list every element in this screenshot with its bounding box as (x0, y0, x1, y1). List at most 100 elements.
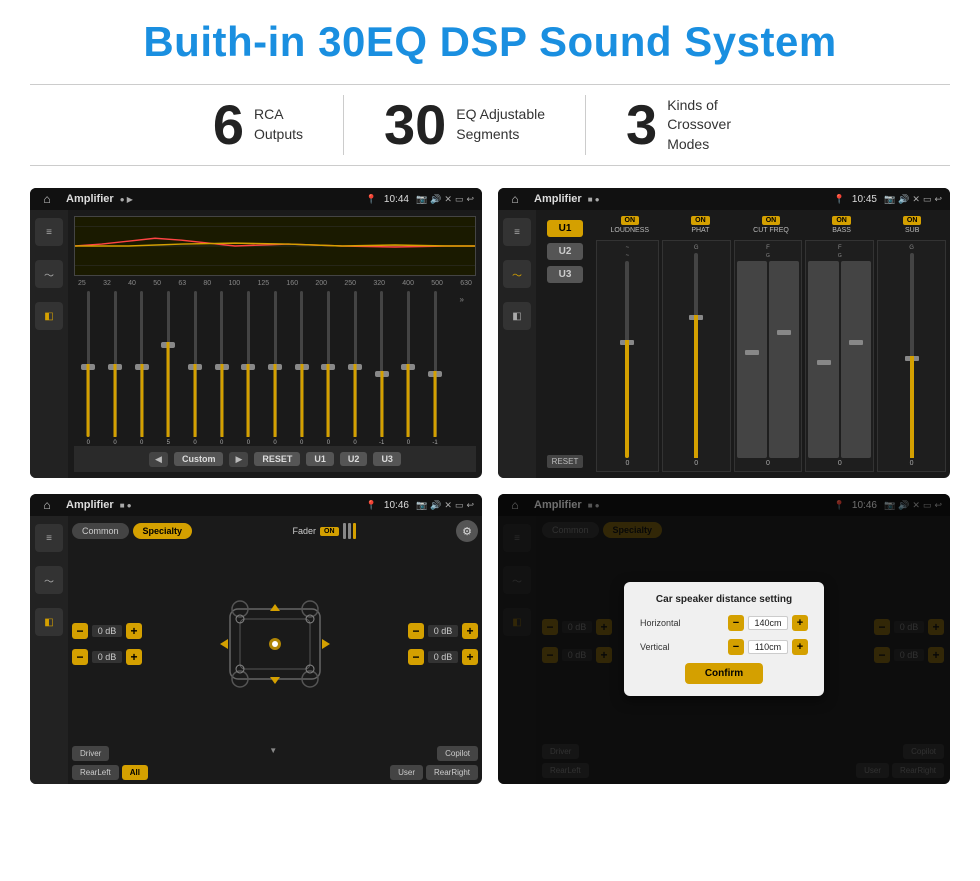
speaker-side-btn-3[interactable]: ◧ (35, 608, 63, 636)
vertical-row: Vertical − 110cm + (640, 639, 808, 655)
copilot-btn[interactable]: Copilot (437, 746, 478, 761)
eq-slider-2[interactable]: 0 (103, 291, 128, 446)
vertical-minus[interactable]: − (728, 639, 744, 655)
eq-slider-4[interactable]: 5 (156, 291, 181, 446)
car-diagram (210, 589, 340, 699)
on-badge-cutfreq: ON (762, 216, 781, 225)
reset-btn-1[interactable]: RESET (254, 452, 300, 466)
eq-slider-6[interactable]: 0 (209, 291, 234, 446)
screen-fader: ⌂ Amplifier ■ ● 📍 10:46 📷 🔊 ✕ ▭ ↩ ≡ 〜 ◧ (30, 494, 482, 784)
eq-slider-10[interactable]: 0 (316, 291, 341, 446)
time-display-1: 10:44 (384, 194, 409, 205)
eq-side-btn[interactable]: ≡ (35, 218, 63, 246)
eq-side-btn-3[interactable]: ≡ (35, 524, 63, 552)
page-title: Buith-in 30EQ DSP Sound System (30, 18, 950, 66)
stat-crossover-number: 3 (626, 97, 657, 153)
minus-btn-1[interactable]: − (72, 623, 88, 639)
phat-slider[interactable] (694, 253, 698, 458)
db-control-topright: − 0 dB + (408, 621, 478, 641)
vertical-value: 110cm (748, 640, 788, 654)
bass-slider-g[interactable] (841, 261, 871, 458)
down-arrow: ▼ (269, 746, 277, 761)
reset-crossover[interactable]: RESET (547, 455, 584, 468)
camera-icon: 📷 (416, 194, 427, 205)
minus-btn-3[interactable]: − (408, 623, 424, 639)
horizontal-plus[interactable]: + (792, 615, 808, 631)
eq-slider-3[interactable]: 0 (129, 291, 154, 446)
settings-icon[interactable]: ⚙ (456, 520, 478, 542)
user-btn[interactable]: User (390, 765, 423, 780)
wave-side-btn-3[interactable]: 〜 (35, 566, 63, 594)
bottom-btns-3: Driver ▼ Copilot (72, 746, 478, 761)
rearright-btn[interactable]: RearRight (426, 765, 478, 780)
plus-btn-3[interactable]: + (462, 623, 478, 639)
plus-btn-2[interactable]: + (126, 649, 142, 665)
tab-specialty-3[interactable]: Specialty (133, 523, 193, 539)
screen-crossover: ⌂ Amplifier ■ ● 📍 10:45 📷 🔊 ✕ ▭ ↩ ≡ 〜 ◧ (498, 188, 950, 478)
cutfreq-label: CUT FREQ (753, 227, 789, 234)
camera-icon-3: 📷 (416, 500, 427, 511)
u1-select[interactable]: U1 (547, 220, 583, 237)
custom-preset[interactable]: Custom (174, 452, 224, 466)
eq-slider-1[interactable]: 0 (76, 291, 101, 446)
cutfreq-slider-f[interactable] (737, 261, 767, 458)
stat-crossover: 3 Kinds of Crossover Modes (586, 96, 807, 155)
eq-slider-5[interactable]: 0 (183, 291, 208, 446)
plus-btn-1[interactable]: + (126, 623, 142, 639)
prev-btn[interactable]: ◀ (149, 452, 168, 467)
wave-side-btn-2[interactable]: 〜 (503, 260, 531, 288)
eq-slider-15[interactable]: » (449, 291, 474, 446)
tab-common-3[interactable]: Common (72, 523, 129, 539)
next-btn[interactable]: ▶ (229, 452, 248, 467)
eq-slider-9[interactable]: 0 (289, 291, 314, 446)
vertical-plus[interactable]: + (792, 639, 808, 655)
speaker-side-btn-2[interactable]: ◧ (503, 302, 531, 330)
eq-slider-13[interactable]: 0 (396, 291, 421, 446)
back-icon-2[interactable]: ↩ (934, 194, 942, 205)
speaker-side-btn[interactable]: ◧ (35, 302, 63, 330)
confirm-button[interactable]: Confirm (685, 663, 763, 684)
bottom-btns-row2: RearLeft All User RearRight (72, 765, 478, 780)
eq-slider-11[interactable]: 0 (343, 291, 368, 446)
wave-side-btn[interactable]: 〜 (35, 260, 63, 288)
stat-rca: 6 RCA Outputs (173, 97, 343, 153)
loudness-slider[interactable] (625, 261, 629, 458)
back-icon-3[interactable]: ↩ (466, 500, 474, 511)
back-icon[interactable]: ↩ (466, 194, 474, 205)
eq-slider-8[interactable]: 0 (263, 291, 288, 446)
minus-btn-2[interactable]: − (72, 649, 88, 665)
driver-btn[interactable]: Driver (72, 746, 109, 761)
time-display-2: 10:45 (852, 194, 877, 205)
screen-distance: ⌂ Amplifier ■ ● 📍 10:46 📷 🔊 ✕ ▭ ↩ ≡ 〜 (498, 494, 950, 784)
screen3-content: ≡ 〜 ◧ Common Specialty Fader ON (30, 516, 482, 784)
crossover-u-buttons: U1 U2 U3 RESET (540, 216, 590, 472)
eq-slider-12[interactable]: -1 (369, 291, 394, 446)
fader-sliders (343, 523, 356, 539)
eq-side-btn-2[interactable]: ≡ (503, 218, 531, 246)
u2-select[interactable]: U2 (547, 243, 583, 260)
u1-btn-1[interactable]: U1 (306, 452, 334, 466)
status-icons-2: 📍 10:45 📷 🔊 ✕ ▭ ↩ (834, 194, 942, 205)
horizontal-value: 140cm (748, 616, 788, 630)
u3-btn-1[interactable]: U3 (373, 452, 401, 466)
rearleft-btn[interactable]: RearLeft (72, 765, 119, 780)
horizontal-minus[interactable]: − (728, 615, 744, 631)
time-display-3: 10:46 (384, 500, 409, 511)
home-icon[interactable]: ⌂ (38, 190, 56, 208)
bass-slider-f[interactable] (808, 261, 838, 458)
sub-slider[interactable] (910, 253, 914, 458)
home-icon-2[interactable]: ⌂ (506, 190, 524, 208)
home-icon-3[interactable]: ⌂ (38, 496, 56, 514)
minus-btn-4[interactable]: − (408, 649, 424, 665)
cutfreq-slider-g[interactable] (769, 261, 799, 458)
u2-btn-1[interactable]: U2 (340, 452, 368, 466)
volume-icon-2: 🔊 (898, 194, 909, 205)
eq-labels: 25 32 40 50 63 80 100 125 160 200 250 32… (74, 280, 476, 287)
screen2-content: ≡ 〜 ◧ U1 U2 U3 RESET (498, 210, 950, 478)
plus-btn-4[interactable]: + (462, 649, 478, 665)
location-icon: 📍 (366, 194, 377, 205)
u3-select[interactable]: U3 (547, 266, 583, 283)
eq-slider-14[interactable]: -1 (423, 291, 448, 446)
eq-slider-7[interactable]: 0 (236, 291, 261, 446)
all-btn[interactable]: All (122, 765, 148, 780)
